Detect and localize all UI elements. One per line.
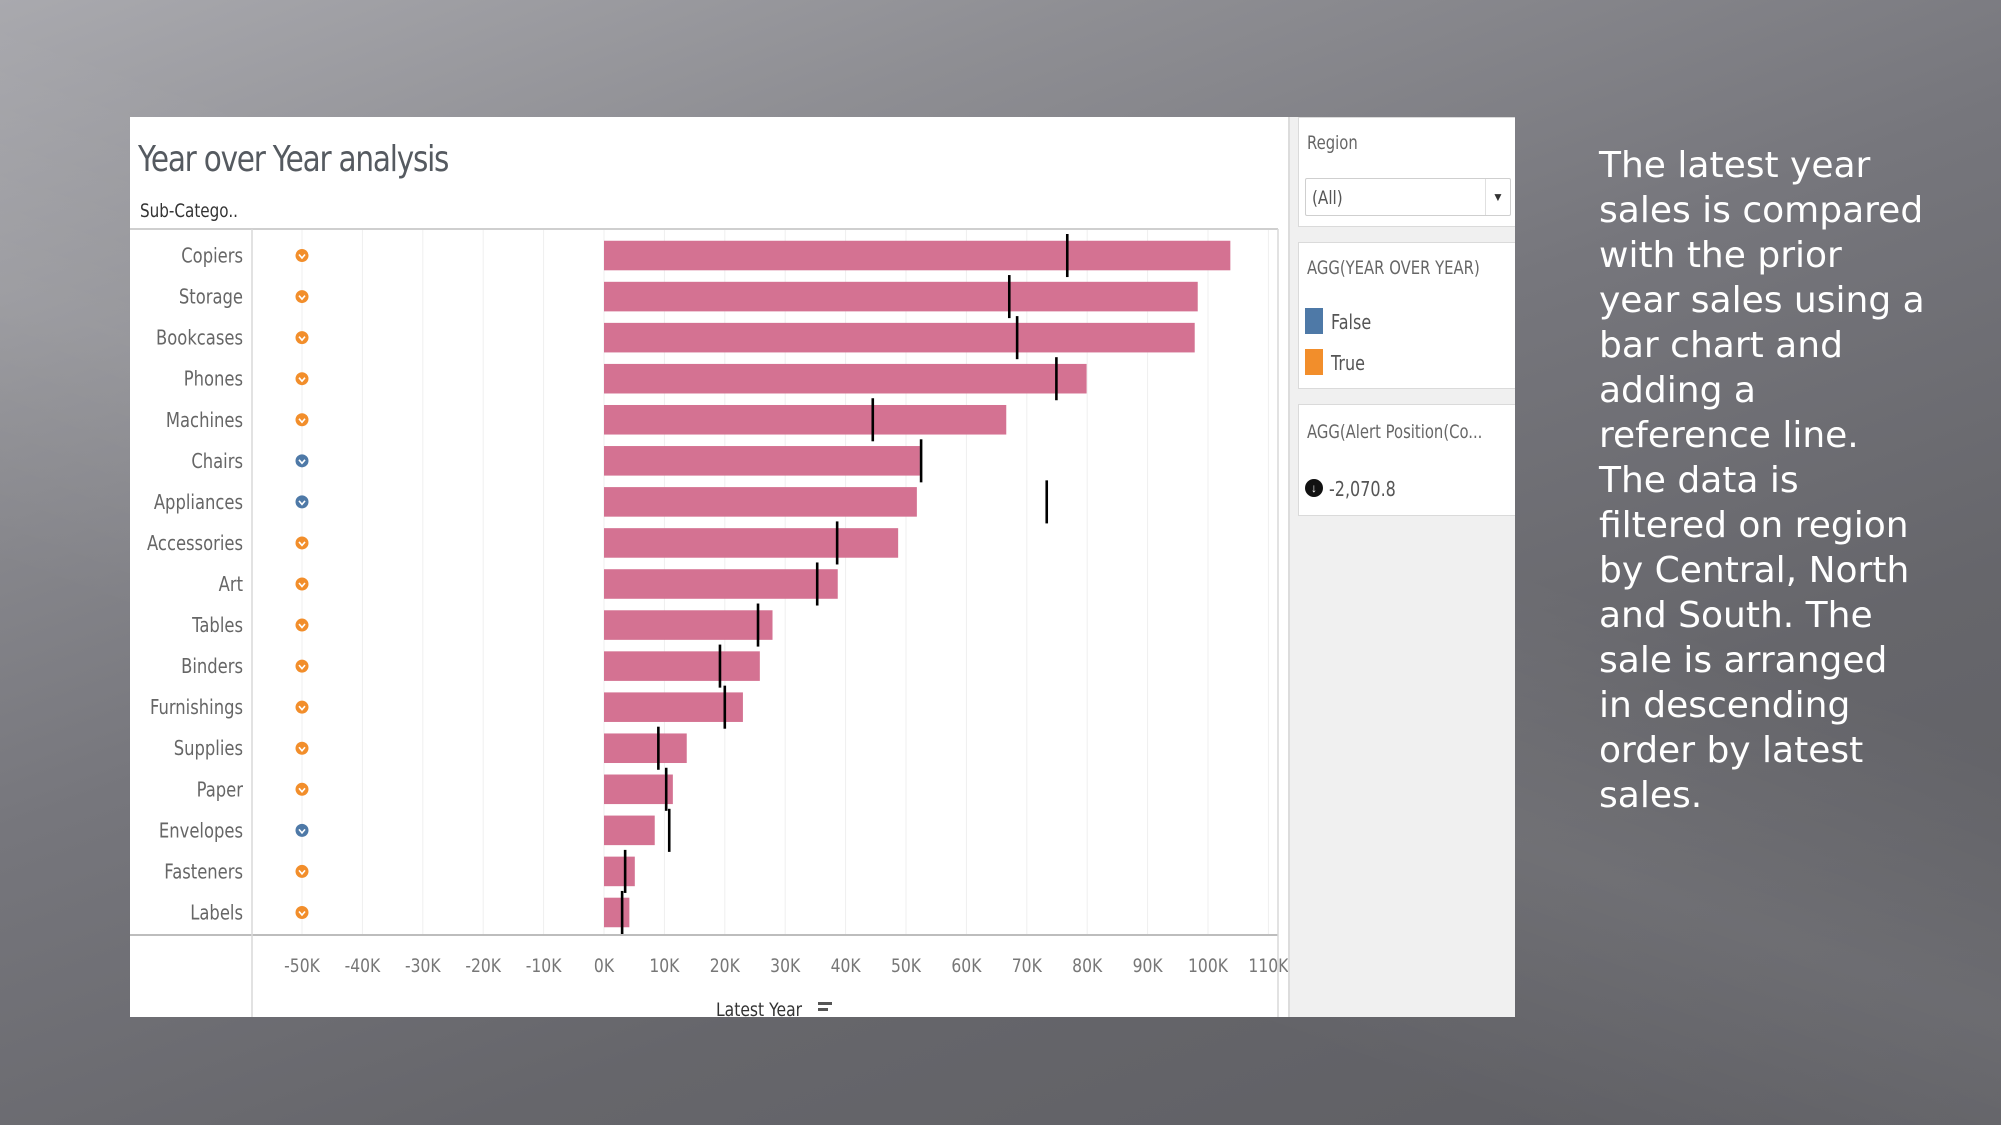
x-tick-label: 40K — [831, 956, 862, 978]
category-label: Chairs — [191, 450, 243, 473]
sort-descending-icon[interactable] — [818, 1002, 832, 1016]
bar-fasteners — [604, 856, 635, 887]
x-tick-label: 90K — [1133, 956, 1164, 978]
alert-circle-icon — [295, 659, 309, 673]
legend-sidebar: Region (All) ▼ AGG(YEAR OVER YEAR) False… — [1288, 117, 1515, 1017]
category-label: Storage — [179, 286, 243, 309]
category-label: Appliances — [154, 491, 243, 514]
color-legend-title: AGG(YEAR OVER YEAR) — [1307, 257, 1480, 279]
alert-circle-icon — [295, 454, 309, 468]
alert-circle-icon — [295, 331, 309, 345]
description-text: The latest year sales is compared with t… — [1599, 145, 1925, 816]
x-tick-label: 60K — [951, 956, 982, 978]
bar-furnishings — [604, 692, 743, 722]
category-label: Machines — [166, 409, 243, 432]
alert-circle-icon — [295, 823, 309, 837]
bar-phones — [604, 363, 1087, 394]
x-tick-label: -50K — [284, 956, 320, 978]
alert-circle-icon — [295, 864, 309, 878]
x-tick-label: 70K — [1012, 956, 1043, 978]
category-label: Copiers — [181, 245, 243, 268]
region-dropdown[interactable]: (All) ▼ — [1305, 178, 1511, 216]
bar-copiers — [604, 240, 1231, 271]
category-labels: Copiers Storage Bookcases Phones Machines Cha… — [147, 245, 243, 925]
alert-circle-icon — [295, 249, 309, 263]
alert-circle-icon — [295, 782, 309, 796]
x-tick-label: -20K — [465, 956, 501, 978]
x-tick-label: -30K — [405, 956, 441, 978]
alert-circle-icon — [295, 372, 309, 386]
alert-circle-icon — [295, 536, 309, 550]
x-tick-label: -10K — [526, 956, 562, 978]
bar-envelopes — [604, 815, 655, 846]
x-tick-label: 0K — [594, 956, 615, 978]
bar-supplies — [604, 733, 687, 764]
category-label: Binders — [181, 656, 243, 679]
category-label: Supplies — [174, 738, 243, 761]
category-label: Accessories — [147, 532, 243, 555]
category-label: Furnishings — [150, 697, 243, 720]
region-filter-card: Region (All) ▼ — [1298, 117, 1515, 227]
legend-swatch-false — [1305, 308, 1323, 334]
x-tick-label: -40K — [345, 956, 381, 978]
category-label: Paper — [197, 779, 244, 802]
bar-binders — [604, 651, 760, 681]
color-legend-card: AGG(YEAR OVER YEAR) False True — [1298, 242, 1515, 389]
alert-circle-icon — [295, 741, 309, 755]
bar-bookcases — [604, 322, 1195, 353]
x-tick-label: 10K — [649, 956, 680, 978]
alert-circle-icon — [295, 700, 309, 714]
bar-machines — [604, 404, 1007, 435]
category-label: Envelopes — [159, 820, 243, 843]
category-label: Bookcases — [156, 327, 243, 350]
alert-circle-icon — [295, 290, 309, 304]
x-tick-label: 100K — [1188, 956, 1228, 978]
x-tick-label: 30K — [770, 956, 801, 978]
x-tick-labels: -50K -40K -30K -20K -10K 0K 10K 20K 30K 40K 50K 60K… — [284, 956, 1288, 978]
x-tick-label: 20K — [710, 956, 741, 978]
bar-labels — [604, 897, 630, 928]
bar-chairs — [604, 446, 920, 476]
x-tick-label: 110K — [1248, 956, 1288, 978]
x-tick-label: 80K — [1072, 956, 1103, 978]
alert-circle-icon — [295, 618, 309, 632]
region-dropdown-value: (All) — [1312, 187, 1343, 209]
down-arrow-circle-icon: ↓ — [1305, 479, 1323, 497]
bars — [604, 240, 1231, 928]
bar-art — [604, 569, 838, 599]
bar-appliances — [604, 487, 917, 517]
bar-tables — [604, 610, 773, 640]
category-label: Fasteners — [164, 861, 243, 884]
alert-circle-icon — [295, 413, 309, 427]
category-label: Art — [219, 574, 243, 597]
bar-storage — [604, 281, 1198, 312]
category-label: Tables — [191, 615, 243, 638]
legend-label-true: True — [1331, 351, 1365, 375]
alert-circle-icon — [295, 577, 309, 591]
x-axis-title[interactable]: Latest Year — [716, 999, 802, 1017]
bar-chart: Copiers Storage Bookcases Phones Machines Cha… — [130, 228, 1288, 1017]
category-label: Labels — [190, 902, 243, 925]
region-filter-title: Region — [1307, 132, 1358, 154]
shape-legend-value[interactable]: -2,070.8 — [1329, 477, 1396, 501]
bar-paper — [604, 774, 673, 805]
alert-circle-icon — [295, 905, 309, 919]
shape-legend-card: AGG(Alert Position(Co... ↓ -2,070.8 — [1298, 404, 1515, 516]
bar-accessories — [604, 528, 899, 558]
chevron-down-icon[interactable]: ▼ — [1485, 179, 1510, 215]
legend-swatch-true — [1305, 349, 1323, 375]
category-label: Phones — [184, 368, 243, 391]
dashboard-panel: Year over Year analysis Sub-Catego.. Cop… — [130, 117, 1515, 1017]
x-tick-label: 50K — [891, 956, 922, 978]
alert-circle-icon — [295, 495, 309, 509]
shape-legend-title: AGG(Alert Position(Co... — [1307, 421, 1483, 443]
legend-label-false: False — [1331, 310, 1372, 334]
